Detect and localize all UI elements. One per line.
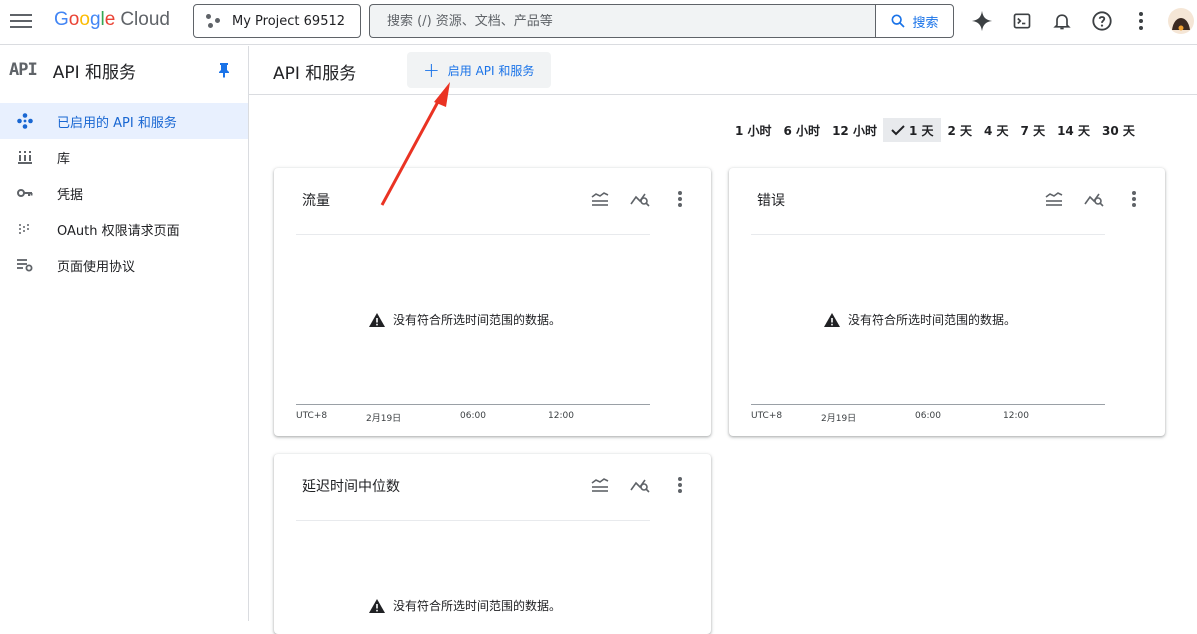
page-title: API 和服务	[273, 64, 357, 84]
top-bar: Google Cloud My Project 69512 搜索	[0, 0, 1197, 45]
axis-tick-label: 06:00	[915, 411, 941, 421]
sidebar-item-label: 库	[57, 151, 71, 167]
card-divider	[296, 234, 650, 235]
card-actions	[1041, 188, 1147, 210]
time-range-1d[interactable]: 1 天	[882, 118, 942, 142]
project-name: My Project 69512	[232, 13, 346, 29]
time-range-label: 1 天	[908, 123, 934, 138]
legend-toggle-icon[interactable]	[587, 474, 613, 496]
project-picker-button[interactable]: My Project 69512	[193, 4, 361, 38]
more-vert-icon[interactable]	[667, 188, 693, 210]
project-nodes-icon	[206, 13, 222, 29]
card-title: 延迟时间中位数	[302, 479, 400, 495]
explore-chart-icon[interactable]	[627, 474, 653, 496]
warning-icon	[824, 312, 840, 327]
settings-list-icon	[17, 257, 33, 273]
card-divider	[296, 520, 650, 521]
sidebar-item-enabled-apis[interactable]: 已启用的 API 和服务	[0, 103, 248, 139]
axis-tick-label: 2月19日	[366, 414, 402, 424]
card-divider	[751, 234, 1105, 235]
x-axis-line	[296, 404, 650, 405]
x-axis-line	[751, 404, 1105, 405]
sidebar-header: API API 和服务	[0, 46, 248, 94]
sidebar: API API 和服务 已启用的 API 和服务 库 凭据 OAuth 权限请求…	[0, 46, 249, 621]
sidebar-item-credentials[interactable]: 凭据	[0, 175, 248, 211]
time-range-14d[interactable]: 14 天	[1051, 118, 1096, 142]
sidebar-title: API 和服务	[52, 62, 137, 83]
axis-timezone-label: UTC+8	[751, 411, 783, 421]
more-vert-icon[interactable]	[1121, 188, 1147, 210]
google-cloud-logo[interactable]: Google Cloud	[54, 9, 170, 31]
enable-apis-button[interactable]: + 启用 API 和服务	[407, 52, 551, 88]
card-title: 流量	[302, 193, 330, 209]
time-range-12h[interactable]: 12 小时	[826, 118, 883, 142]
gemini-sparkle-icon[interactable]	[970, 9, 994, 33]
diamond-nodes-icon	[17, 113, 33, 129]
main-header: API 和服务 + 启用 API 和服务	[249, 46, 1197, 95]
axis-tick-label: 12:00	[1003, 411, 1029, 421]
time-range-2d[interactable]: 2 天	[941, 118, 978, 142]
search-input[interactable]	[387, 13, 876, 29]
time-range-1h[interactable]: 1 小时	[729, 118, 778, 142]
search-icon	[891, 14, 906, 28]
avatar[interactable]	[1168, 8, 1194, 34]
sidebar-item-oauth-consent[interactable]: OAuth 权限请求页面	[0, 211, 248, 247]
card-actions	[587, 474, 693, 496]
errors-card: 错误 没有符合所选时间范围的数据。 UTC+8 2月19日 06:00 12:0…	[729, 168, 1165, 436]
key-icon	[17, 185, 33, 201]
warning-icon	[369, 312, 385, 327]
search-button[interactable]: 搜索	[875, 4, 954, 38]
main-menu-icon[interactable]	[10, 11, 32, 31]
sidebar-item-label: OAuth 权限请求页面	[57, 223, 180, 239]
notifications-icon[interactable]	[1050, 9, 1074, 33]
axis-timezone-label: UTC+8	[296, 411, 328, 421]
card-actions	[587, 188, 693, 210]
library-icon	[17, 149, 33, 165]
help-icon[interactable]	[1090, 9, 1114, 33]
sidebar-item-label: 页面使用协议	[57, 259, 136, 275]
no-data-message: 没有符合所选时间范围的数据。	[824, 311, 1016, 328]
search-button-label: 搜索	[912, 15, 939, 31]
sidebar-item-label: 凭据	[57, 187, 84, 203]
axis-tick-label: 12:00	[548, 411, 574, 421]
time-range-4d[interactable]: 4 天	[978, 118, 1015, 142]
legend-toggle-icon[interactable]	[587, 188, 613, 210]
plus-icon: +	[423, 58, 440, 82]
legend-toggle-icon[interactable]	[1041, 188, 1067, 210]
cloud-shell-icon[interactable]	[1010, 9, 1034, 33]
more-vert-icon[interactable]	[1129, 9, 1153, 33]
sidebar-item-page-usage-agreements[interactable]: 页面使用协议	[0, 247, 248, 283]
no-data-message: 没有符合所选时间范围的数据。	[369, 597, 561, 614]
enable-apis-label: 启用 API 和服务	[447, 63, 535, 78]
check-icon	[891, 125, 905, 136]
median-latency-card: 延迟时间中位数 没有符合所选时间范围的数据。	[274, 454, 711, 634]
pin-icon[interactable]	[217, 62, 231, 82]
explore-chart-icon[interactable]	[627, 188, 653, 210]
explore-chart-icon[interactable]	[1081, 188, 1107, 210]
time-range-30d[interactable]: 30 天	[1096, 118, 1141, 142]
traffic-card: 流量 没有符合所选时间范围的数据。 UTC+8 2月19日 06:00 12:0…	[274, 168, 711, 436]
sidebar-item-label: 已启用的 API 和服务	[57, 115, 177, 131]
time-range-7d[interactable]: 7 天	[1015, 118, 1052, 142]
warning-icon	[369, 598, 385, 613]
time-range-6h[interactable]: 6 小时	[778, 118, 827, 142]
axis-tick-label: 2月19日	[821, 414, 857, 424]
more-vert-icon[interactable]	[667, 474, 693, 496]
sidebar-item-library[interactable]: 库	[0, 139, 248, 175]
axis-tick-label: 06:00	[460, 411, 486, 421]
card-title: 错误	[757, 193, 785, 209]
time-range-selector: 1 小时 6 小时 12 小时 1 天 2 天 4 天 7 天 14 天 30 …	[729, 118, 1141, 142]
consent-icon	[17, 221, 33, 237]
no-data-message: 没有符合所选时间范围的数据。	[369, 311, 561, 328]
search-box[interactable]	[369, 4, 876, 38]
api-logo-icon: API	[9, 60, 38, 80]
